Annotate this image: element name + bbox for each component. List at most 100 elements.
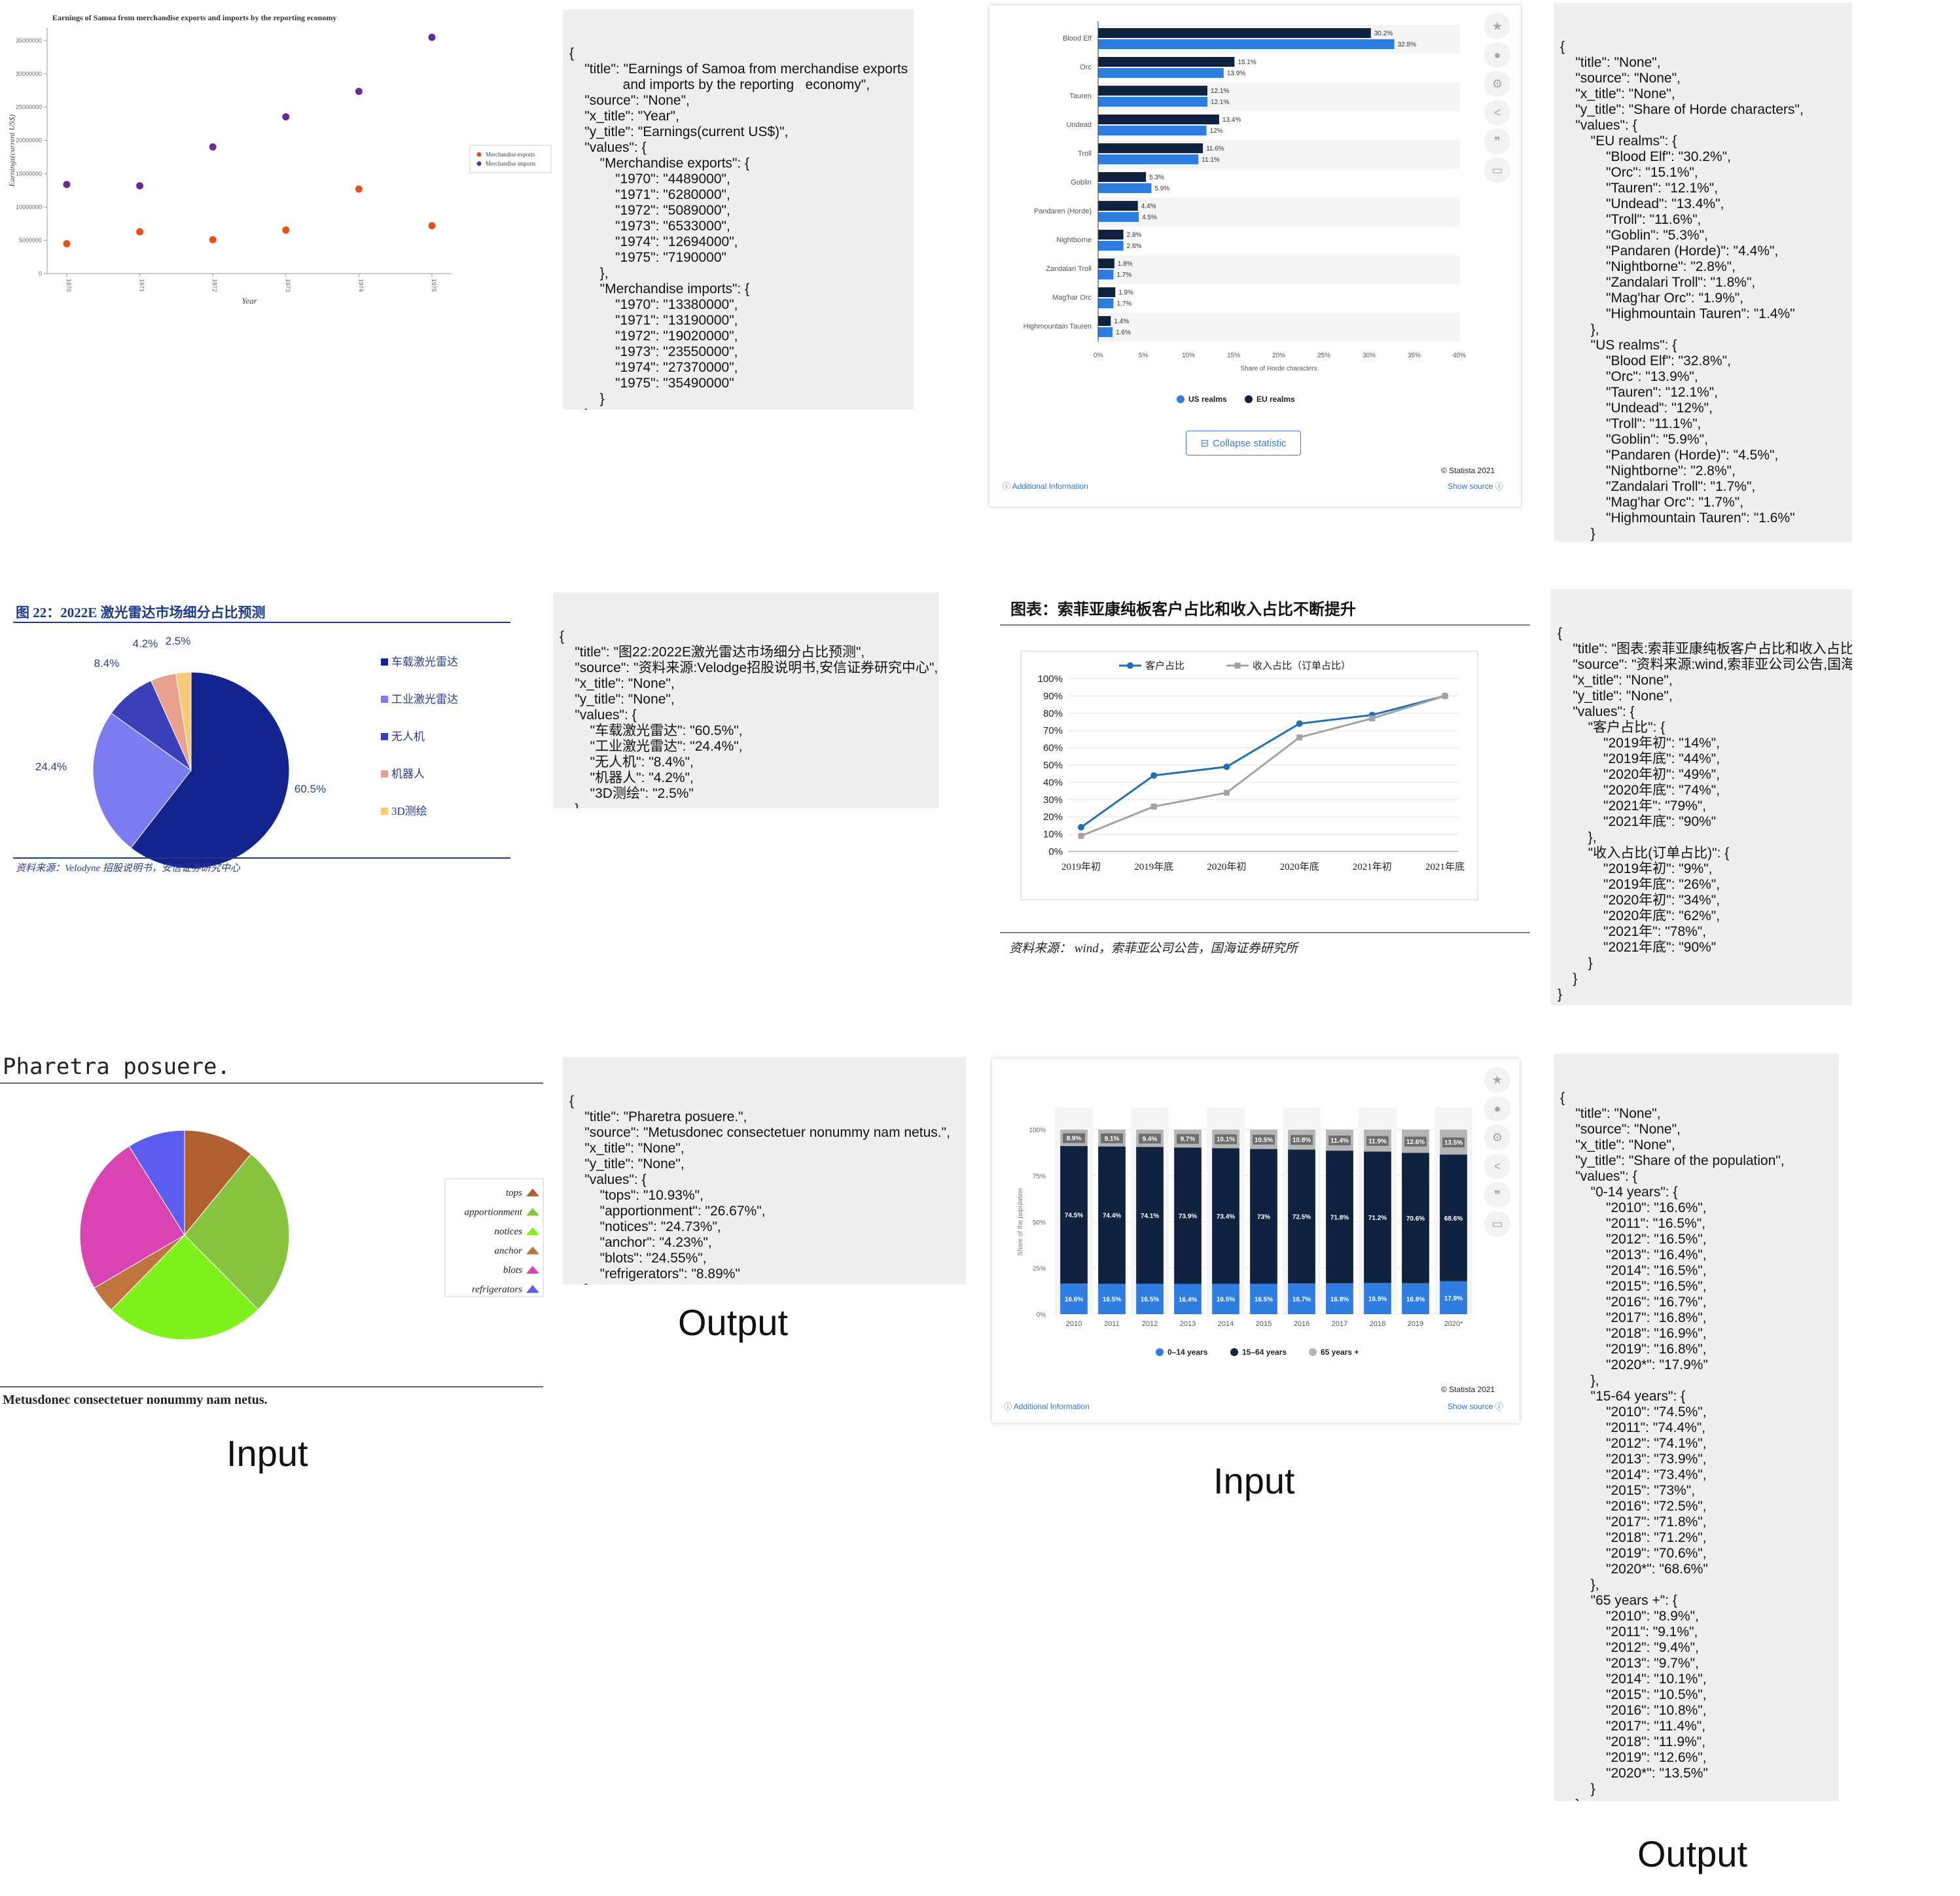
population-show-source-link[interactable]: Show source ⓘ xyxy=(1448,1401,1503,1412)
x-tick-label: 5% xyxy=(1139,352,1149,359)
legend-label: US realms xyxy=(1188,395,1227,404)
bar-value-label: 10.1% xyxy=(1217,1136,1235,1143)
legend-label: 机器人 xyxy=(391,768,425,780)
quote-icon[interactable]: ❞ xyxy=(1484,128,1510,154)
y-tick-label: 20% xyxy=(1043,812,1063,823)
legend-label: refrigerators xyxy=(472,1285,522,1295)
pharetra-json-box: { "title": "Pharetra posuere.", "source"… xyxy=(563,1057,966,1285)
bar-value-label: 30.2% xyxy=(1374,30,1393,37)
legend-label: 客户占比 xyxy=(1145,660,1185,671)
row-band xyxy=(1098,198,1459,226)
data-point xyxy=(1223,789,1230,796)
chart-title: 图表：索菲亚康纯板客户占比和收入占比不断提升 xyxy=(1010,600,1356,618)
x-tick-label: 2020* xyxy=(1444,1320,1463,1328)
bar xyxy=(1098,201,1138,211)
category-label: Blood Elf xyxy=(1063,35,1092,43)
bar-value-label: 16.5% xyxy=(1217,1297,1235,1304)
y-tick-label: 5000000 xyxy=(19,237,42,243)
horde-show-source-link[interactable]: Show source ⓘ xyxy=(1448,480,1503,492)
bell-icon[interactable]: ● xyxy=(1484,42,1510,68)
y-axis-title: Earnings(current US$) xyxy=(7,115,16,188)
bar-value-label: 9.1% xyxy=(1105,1136,1120,1143)
category-label: Undead xyxy=(1066,121,1092,129)
y-tick-label: 40% xyxy=(1043,777,1063,788)
legend-marker xyxy=(1245,395,1253,403)
collapse-statistic-button[interactable]: ⊟ Collapse statistic xyxy=(1186,431,1301,456)
legend-marker xyxy=(381,696,388,703)
data-point xyxy=(1369,715,1376,722)
bar xyxy=(1098,241,1124,251)
bar-value-label: 8.9% xyxy=(1067,1136,1082,1143)
category-label: Nightborne xyxy=(1056,236,1092,244)
gear-icon[interactable]: ⚙ xyxy=(1484,71,1510,97)
bar-value-label: 13.4% xyxy=(1222,116,1241,124)
legend-label: Merchandise imports xyxy=(486,160,536,167)
bar xyxy=(1098,97,1207,107)
legend-marker xyxy=(381,770,388,778)
data-point xyxy=(428,33,436,41)
x-tick-label: 2014 xyxy=(1218,1320,1234,1328)
data-point xyxy=(1150,803,1157,810)
population-side-toolbar: ★ ● ⚙ < ❞ ▭ xyxy=(1484,1067,1513,1240)
star-icon[interactable]: ★ xyxy=(1484,13,1510,39)
chart-source: 资料来源： wind，索菲亚公司公告，国海证券研究所 xyxy=(1009,941,1300,956)
bar xyxy=(1098,212,1139,222)
sofia-chart-panel: 图表：索菲亚康纯板客户占比和收入占比不断提升 0% 10% 20% 30% 40% 50% 6… xyxy=(1000,592,1530,972)
x-tick-label: 30% xyxy=(1363,352,1376,359)
bar xyxy=(1098,126,1207,135)
category-label: Highmountain Tauren xyxy=(1024,323,1092,331)
slice-label: 4.2% xyxy=(133,637,158,650)
bar-value-label: 16.5% xyxy=(1141,1297,1159,1304)
bar-value-label: 16.8% xyxy=(1406,1296,1425,1303)
legend-marker xyxy=(476,152,482,157)
chart-source: 资料来源：Velodyne 招股说明书，安信证券研究中心 xyxy=(16,863,241,874)
bar-value-label: 15.1% xyxy=(1238,59,1256,66)
x-tick-label: 1970 xyxy=(65,279,72,292)
bar-value-label: 71.2% xyxy=(1368,1215,1387,1222)
data-point xyxy=(1296,720,1303,727)
y-tick-label: 0% xyxy=(1048,846,1063,857)
x-tick-label: 2012 xyxy=(1142,1320,1158,1328)
category-label: Zandalari Troll xyxy=(1046,265,1092,273)
x-axis-title: Share of Horde characters xyxy=(1240,365,1317,372)
share-icon[interactable]: < xyxy=(1484,1153,1510,1179)
y-tick-label: 50% xyxy=(1033,1219,1046,1226)
bar-value-label: 5.9% xyxy=(1154,185,1169,192)
bar xyxy=(1098,143,1203,153)
y-tick-label: 0 xyxy=(39,270,42,277)
quote-icon[interactable]: ❞ xyxy=(1484,1182,1510,1208)
legend-label: 工业激光雷达 xyxy=(391,693,458,706)
bar-value-label: 12.1% xyxy=(1211,99,1229,106)
bar-value-label: 71.8% xyxy=(1330,1214,1349,1221)
bell-icon[interactable]: ● xyxy=(1484,1096,1510,1122)
show-source-label: Show source xyxy=(1448,1402,1493,1411)
legend-label: 无人机 xyxy=(391,730,425,743)
output-caption-left: Output xyxy=(678,1302,789,1343)
print-icon[interactable]: ▭ xyxy=(1484,157,1510,183)
x-tick-label: 1974 xyxy=(357,279,364,292)
horde-side-toolbar: ★ ● ⚙ < ❞ ▭ xyxy=(1484,13,1513,186)
gear-icon[interactable]: ⚙ xyxy=(1484,1124,1510,1151)
print-icon[interactable]: ▭ xyxy=(1484,1211,1510,1237)
output-caption-right: Output xyxy=(1637,1833,1748,1874)
bar-value-label: 1.8% xyxy=(1118,260,1133,268)
x-tick-label: 35% xyxy=(1408,352,1421,359)
share-icon[interactable]: < xyxy=(1484,99,1510,126)
star-icon[interactable]: ★ xyxy=(1484,1067,1510,1093)
legend-marker xyxy=(381,658,388,666)
data-point xyxy=(355,88,363,96)
y-tick-label: 75% xyxy=(1033,1173,1046,1181)
horde-additional-info-link[interactable]: ⓘ Additional Information xyxy=(1003,480,1088,492)
bar xyxy=(1098,154,1199,164)
y-axis-title: Share of the population xyxy=(1017,1188,1024,1255)
lidar-pie-chart: 图 22：2022E 激光雷达市场细分占比预测 60.5% 24.4% 8.4% 4.2… xyxy=(13,605,510,874)
slice-label: 2.5% xyxy=(166,635,191,647)
legend-marker xyxy=(1234,662,1241,669)
bar-value-label: 1.4% xyxy=(1114,318,1129,325)
legend-label: 车载激光雷达 xyxy=(391,656,458,668)
legend-label: tops xyxy=(506,1188,522,1198)
y-tick-label: 70% xyxy=(1043,725,1063,736)
bar xyxy=(1098,68,1224,78)
population-additional-info-link[interactable]: ⓘ Additional Information xyxy=(1004,1401,1090,1412)
legend-label: Merchandise exports xyxy=(486,151,535,158)
